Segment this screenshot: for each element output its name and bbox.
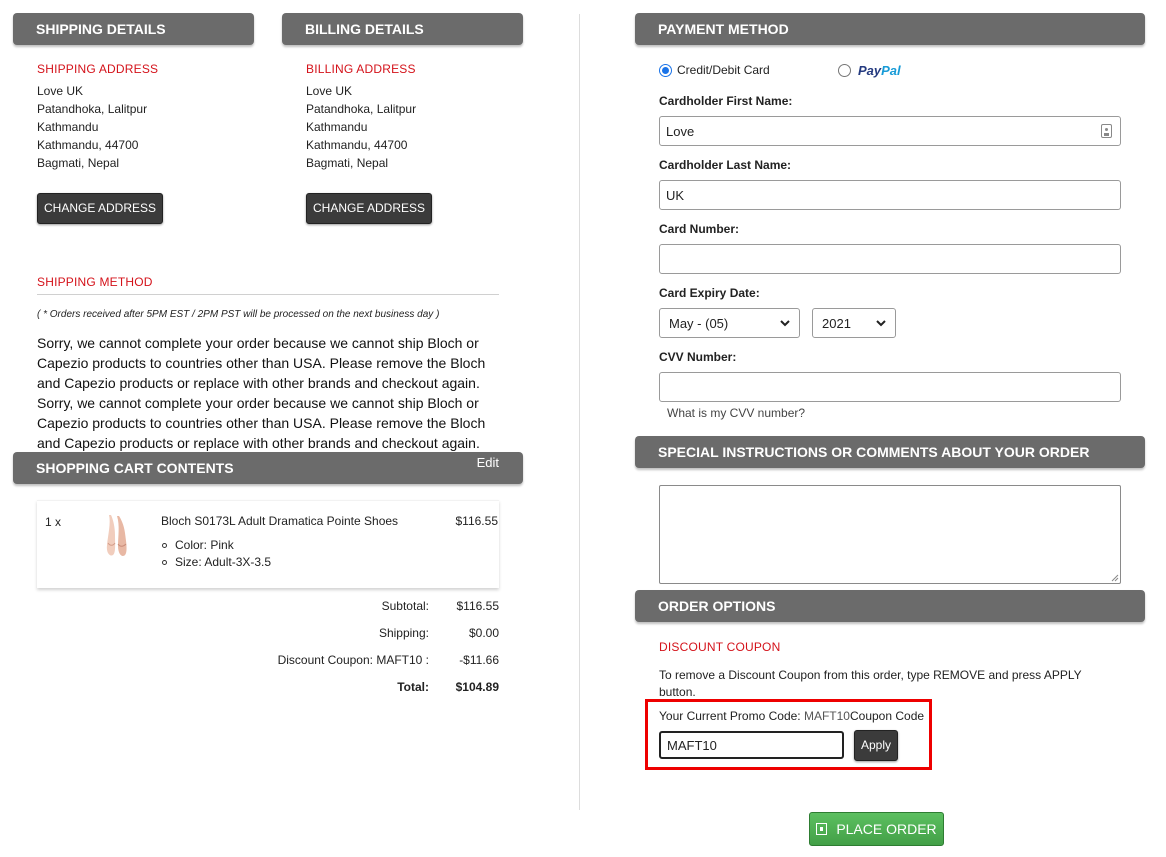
subtotal-value: $116.55 [456,599,500,613]
address-line: Bagmati, Nepal [37,156,120,170]
message-line: Capezio products to countries other than… [37,415,486,431]
address-line: Kathmandu, 44700 [37,138,139,152]
place-order-label: PLACE ORDER [836,821,937,837]
cart-item-qty: 1 x [45,515,62,529]
expiry-month-select[interactable]: May - (05) [659,308,800,338]
place-order-button[interactable]: PLACE ORDER [809,812,944,846]
promo-code: MAFT10 [803,709,850,723]
total-value: $104.89 [455,680,499,694]
chevron-down-icon [780,320,790,327]
cvv-label: CVV Number: [659,350,737,364]
cart-item-row: 1 x Bloch S0173L Adult Dramatica Pointe … [37,500,499,588]
address-line: Bagmati, Nepal [306,156,389,170]
payment-option-paypal[interactable]: PayPal [838,63,901,78]
attribute-size: Size: Adult-3X-3.5 [175,555,272,569]
coupon-code-input[interactable]: MAFT10 [659,731,844,759]
address-line: Patandhoka, Lalitpur [306,102,417,116]
expiry-label: Card Expiry Date: [659,286,760,300]
message-line: and Capezio products or replace with oth… [37,435,480,451]
promo-suffix: Coupon Code [849,709,925,723]
coupon-code-value: MAFT10 [667,737,717,753]
shipping-details-header: SHIPPING DETAILS [13,13,254,45]
billing-address: Love UK Patandhoka, Lalitpur Kathmandu K… [306,82,416,172]
radio-checked-icon[interactable] [659,63,672,77]
message-line: Sorry, we cannot complete your order bec… [37,335,479,351]
message-line: and Capezio products or replace with oth… [37,375,480,391]
total-label: Total: [397,680,429,694]
cvv-field[interactable] [659,372,1121,402]
bullet-icon [162,560,167,565]
radio-unchecked-icon[interactable] [838,64,851,77]
message-line: Capezio products to countries other than… [37,355,486,371]
discount-value: -$11.66 [459,653,499,667]
resize-handle-icon[interactable] [1110,573,1119,582]
shipping-error-message: Sorry, we cannot complete your order bec… [37,333,507,453]
subtotal-label: Subtotal: [381,599,429,613]
discount-coupon-title: DISCOUNT COUPON [659,640,781,654]
special-instructions-textarea[interactable] [659,485,1121,584]
card-number-field[interactable] [659,244,1121,274]
card-number-label: Card Number: [659,222,740,236]
shipping-note: ( * Orders received after 5PM EST / 2PM … [37,309,440,320]
shipping-method-divider [37,294,499,295]
order-options-header: ORDER OPTIONS [635,590,1145,622]
current-promo-code: Your Current Promo Code: MAFT10Coupon Co… [659,709,924,723]
cart-header: SHOPPING CART CONTENTS Edit [13,452,523,484]
address-line: Kathmandu, 44700 [306,138,408,152]
apply-coupon-button[interactable]: Apply [854,730,898,761]
paypal-logo: PayPal [858,63,901,78]
autofill-icon[interactable] [1101,124,1112,138]
coupon-remove-instructions: To remove a Discount Coupon from this or… [659,667,1082,701]
column-divider [579,14,580,810]
promo-label: Your Current Promo Code: [659,709,804,723]
cart-item-attributes: Color: Pink Size: Adult-3X-3.5 [161,537,271,571]
paypal-logo-pal: Pal [881,63,901,78]
cart-item-name[interactable]: Bloch S0173L Adult Dramatica Pointe Shoe… [161,514,398,528]
address-line: Kathmandu [306,120,368,134]
first-name-field[interactable]: Love [659,116,1121,146]
paypal-logo-pay: Pay [858,63,882,78]
shipping-value: $0.00 [468,626,499,640]
attribute-item: Size: Adult-3X-3.5 [161,554,271,571]
chevron-down-icon [876,320,886,327]
last-name-label: Cardholder Last Name: [659,158,792,172]
expiry-month-value: May - (05) [669,315,729,331]
cart-edit-link[interactable]: Edit [477,447,499,479]
product-thumbnail[interactable] [101,513,133,559]
payment-option-card[interactable]: Credit/Debit Card [659,63,770,77]
last-name-value: UK [666,187,685,203]
address-line: Kathmandu [37,120,99,134]
lock-icon [816,823,828,835]
shipping-address-title: SHIPPING ADDRESS [37,62,159,76]
special-instructions-header: SPECIAL INSTRUCTIONS OR COMMENTS ABOUT Y… [635,436,1145,468]
billing-address-title: BILLING ADDRESS [306,62,416,76]
change-shipping-address-button[interactable]: CHANGE ADDRESS [37,193,163,224]
cvv-help-link[interactable]: What is my CVV number? [667,406,805,420]
expiry-year-select[interactable]: 2021 [812,308,896,338]
cart-header-title: SHOPPING CART CONTENTS [36,460,234,476]
billing-details-header: BILLING DETAILS [282,13,523,45]
card-option-label: Credit/Debit Card [677,63,770,77]
first-name-value: Love [666,123,695,139]
bullet-icon [162,543,167,548]
shipping-label: Shipping: [378,626,429,640]
last-name-field[interactable]: UK [659,180,1121,210]
cart-item-price: $116.55 [455,514,499,528]
attribute-color: Color: Pink [175,538,234,552]
address-line: Love UK [37,84,84,98]
expiry-year-value: 2021 [822,315,851,331]
shipping-method-title: SHIPPING METHOD [37,275,153,289]
attribute-item: Color: Pink [161,537,271,554]
instruction-line: To remove a Discount Coupon from this or… [659,668,1082,682]
address-line: Patandhoka, Lalitpur [37,102,148,116]
message-line: Sorry, we cannot complete your order bec… [37,395,479,411]
address-line: Love UK [306,84,353,98]
payment-method-header: PAYMENT METHOD [635,13,1145,45]
change-billing-address-button[interactable]: CHANGE ADDRESS [306,193,432,224]
pointe-shoes-image [106,515,127,556]
shipping-address: Love UK Patandhoka, Lalitpur Kathmandu K… [37,82,147,172]
first-name-label: Cardholder First Name: [659,94,793,108]
discount-label: Discount Coupon: MAFT10 : [277,653,429,667]
